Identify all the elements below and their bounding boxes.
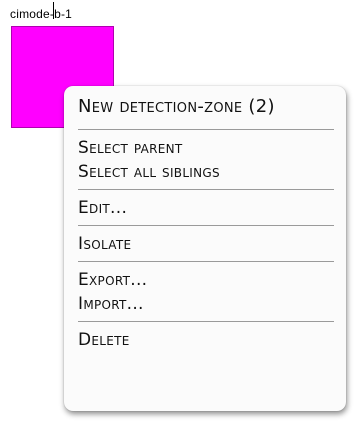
menu-item-select-parent[interactable]: Select parent <box>78 136 334 160</box>
menu-separator <box>78 321 334 322</box>
menu-item-select-all-siblings[interactable]: Select all siblings <box>78 160 334 184</box>
menu-item-import[interactable]: Import... <box>78 292 334 316</box>
menu-separator <box>78 261 334 262</box>
menu-separator <box>78 129 334 130</box>
context-menu: New detection-zone (2) Select parent Sel… <box>64 86 346 411</box>
menu-item-delete[interactable]: Delete <box>78 328 334 352</box>
menu-item-new-detection-zone[interactable]: New detection-zone (2) <box>78 90 334 124</box>
node-label: cimode-b-1 <box>10 7 73 21</box>
text-cursor <box>53 2 54 19</box>
menu-item-export[interactable]: Export... <box>78 268 334 292</box>
menu-item-edit[interactable]: Edit... <box>78 196 334 220</box>
menu-separator <box>78 189 334 190</box>
menu-separator <box>78 225 334 226</box>
menu-item-isolate[interactable]: Isolate <box>78 232 334 256</box>
